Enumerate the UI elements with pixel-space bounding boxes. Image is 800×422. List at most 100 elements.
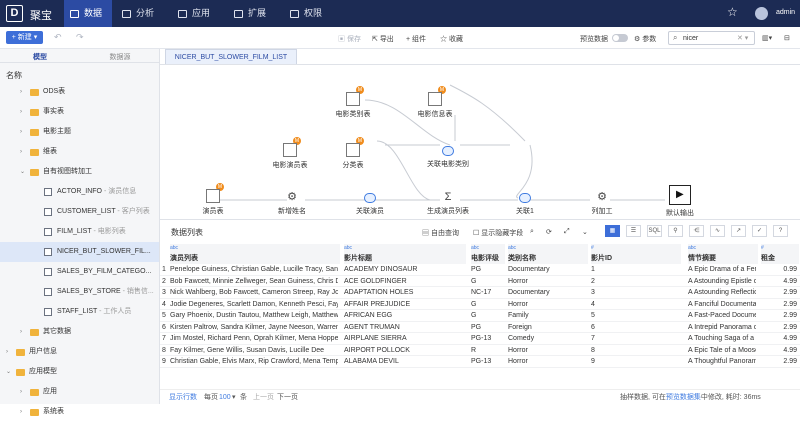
chevron-right-icon[interactable]: › [20,82,22,102]
collapse-icon[interactable]: ⌄ [582,228,588,236]
node-default-output[interactable]: ▶ 默认输出 [650,185,710,218]
table-row[interactable]: 3 Nick Wahlberg, Bob Fawcett, Cameron Str… [160,287,800,299]
tree-item[interactable]: SALES_BY_STORE - 销售信... [0,282,159,302]
tree-item[interactable]: › 维表 [0,142,159,162]
chevron-right-icon[interactable]: › [20,122,22,142]
column-header[interactable]: # 租金 [761,244,799,264]
column-header[interactable]: # 影片ID [591,244,681,264]
column-header[interactable]: abc 类别名称 [508,244,588,264]
nav-data[interactable]: 数据 [64,0,112,27]
wave-icon[interactable]: ∿ [710,225,725,237]
user-name[interactable]: admin [776,9,795,16]
clear-icon[interactable]: ✕ ▾ [737,34,748,42]
chevron-right-icon[interactable]: › [20,142,22,162]
column-header[interactable]: abc 影片标题 [344,244,466,264]
tree-item[interactable]: › 其它数据 [0,322,159,342]
chevron-down-icon[interactable]: ⌄ [6,362,11,382]
save-button[interactable]: ▣ 保存 [338,34,361,44]
chevron-down-icon[interactable]: ⌄ [20,162,25,182]
nav-permissions[interactable]: 权限 [284,0,332,27]
layout-icon[interactable]: ▥▾ [762,34,772,42]
grid-view-icon[interactable]: ▦ [605,225,620,237]
new-button[interactable]: + 新建 ▾ [6,31,43,44]
row-number: 7 [162,335,166,342]
tree-item[interactable]: ⌄ 自有视图转加工 [0,162,159,182]
sql-icon[interactable]: SQL [647,225,662,237]
preview-toggle[interactable] [612,34,628,42]
expand-icon[interactable]: ⤢ [564,228,570,236]
tree-item[interactable]: FILM_LIST - 电影列表 [0,222,159,242]
nav-extensions[interactable]: 扩展 [228,0,276,27]
avatar[interactable] [755,7,768,20]
redo-icon[interactable]: ↷ [76,32,84,43]
chevron-right-icon[interactable]: › [20,322,22,342]
tree-item[interactable]: SALES_BY_FILM_CATEGO... [0,262,159,282]
node-join1[interactable]: 关联1 [495,191,555,216]
node-film-info[interactable]: M 电影信息表 [405,86,465,119]
user-icon[interactable]: ⚲ [668,225,683,237]
tree-item[interactable]: › 系统表 [0,402,159,422]
node-column-process[interactable]: ⚙ 列加工 [572,191,632,216]
column-header[interactable]: abc 电影评级 [471,244,505,264]
help-icon[interactable]: ? [773,225,788,237]
node-join-actor[interactable]: 关联演员 [340,191,400,216]
add-component-button[interactable]: + 组件 [406,34,426,44]
flow-canvas[interactable]: M 电影类别表 M 电影信息表 M 电影演员表 M 分类表 关联电影类别 M 演员表 ⚙ 新… [160,64,800,219]
node-actor[interactable]: M 演员表 [183,183,243,216]
chevron-right-icon[interactable]: › [20,382,22,402]
params-button[interactable]: ⚙ 参数 [634,34,656,44]
search-icon[interactable]: ⌕ [530,228,534,236]
chevron-right-icon[interactable]: › [20,102,22,122]
table-row[interactable]: 2 Bob Fawcett, Minnie Zellweger, Sean Gui… [160,276,800,287]
tab-datasource[interactable]: 数据源 [90,52,150,62]
share-icon[interactable]: ⋲ [689,225,704,237]
favorite-button[interactable]: ☆ 收藏 [440,34,463,44]
table-row[interactable]: 7 Jim Mostel, Richard Penn, Oprah Kilmer,… [160,333,800,345]
tree-item[interactable]: › 事实表 [0,102,159,122]
table-row[interactable]: 8 Fay Kilmer, Gene Willis, Susan Davis, L… [160,345,800,356]
nav-analysis[interactable]: 分析 [116,0,164,27]
table-row[interactable]: 6 Kirsten Paltrow, Sandra Kilmer, Jayne N… [160,322,800,333]
app-logo[interactable]: D [6,5,23,22]
tree-item[interactable]: ACTOR_INFO - 演员信息 [0,182,159,202]
column-header[interactable]: abc 演员列表 [170,244,340,264]
trend-icon[interactable]: ↗ [731,225,746,237]
collapse-icon[interactable]: ⊟ [784,34,790,42]
auto-query-toggle[interactable]: ▤ 自由查询 [422,228,459,238]
tree-item[interactable]: CUSTOMER_LIST - 客户列表 [0,202,159,222]
column-type: abc [344,245,353,251]
chevron-right-icon[interactable]: › [20,402,22,422]
nav-apps[interactable]: 应用 [172,0,220,27]
tab-model[interactable]: 模型 [10,52,70,62]
table-row[interactable]: 4 Jodie Degeneres, Scarlett Damon, Kennet… [160,299,800,310]
row-number: 8 [162,346,166,354]
tree-item[interactable]: NICER_BUT_SLOWER_FIL... [0,242,159,262]
list-view-icon[interactable]: ☰ [626,225,641,237]
star-icon[interactable]: ☆ [727,5,738,19]
node-category[interactable]: M 分类表 [323,137,383,170]
chevron-right-icon[interactable]: › [6,342,8,362]
tab-dataset[interactable]: NICER_BUT_SLOWER_FILM_LIST [165,49,297,64]
node-new-name[interactable]: ⚙ 新增姓名 [262,191,322,216]
node-join-film-category[interactable]: 关联电影类别 [418,144,478,169]
search-input[interactable]: ⌕ nicer ✕ ▾ [668,31,755,45]
check-icon[interactable]: ✓ [752,225,767,237]
tree-item[interactable]: › 用户信息 [0,342,159,362]
export-button[interactable]: ⇱ 导出 [372,34,394,44]
undo-icon[interactable]: ↶ [54,32,62,43]
refresh-icon[interactable]: ⟳ [546,228,552,236]
tree-item[interactable]: STAFF_LIST - 工作人员 [0,302,159,322]
tree-item[interactable]: › 应用 [0,382,159,402]
table-row[interactable]: 9 Christian Gable, Elvis Marx, Rip Crawfo… [160,356,800,368]
node-film-actor[interactable]: M 电影演员表 [260,137,320,170]
tree-item[interactable]: › ODS表 [0,82,159,102]
table-row[interactable]: 1 Penelope Guiness, Christian Gable, Luci… [160,264,800,276]
node-gen-actor-list[interactable]: Σ 生成演员列表 [418,191,478,216]
table-row[interactable]: 5 Gary Phoenix, Dustin Tautou, Matthew Le… [160,310,800,322]
tree-item[interactable]: ⌄ 应用模型 [0,362,159,382]
show-hidden-checkbox[interactable]: ☐ 显示隐藏字段 [473,228,523,238]
tree-item[interactable]: › 电影主题 [0,122,159,142]
column-header[interactable]: abc 情节摘要 [688,244,758,264]
node-film-category[interactable]: M 电影类别表 [323,86,383,119]
table-cell: AGENT TRUMAN [344,323,400,331]
